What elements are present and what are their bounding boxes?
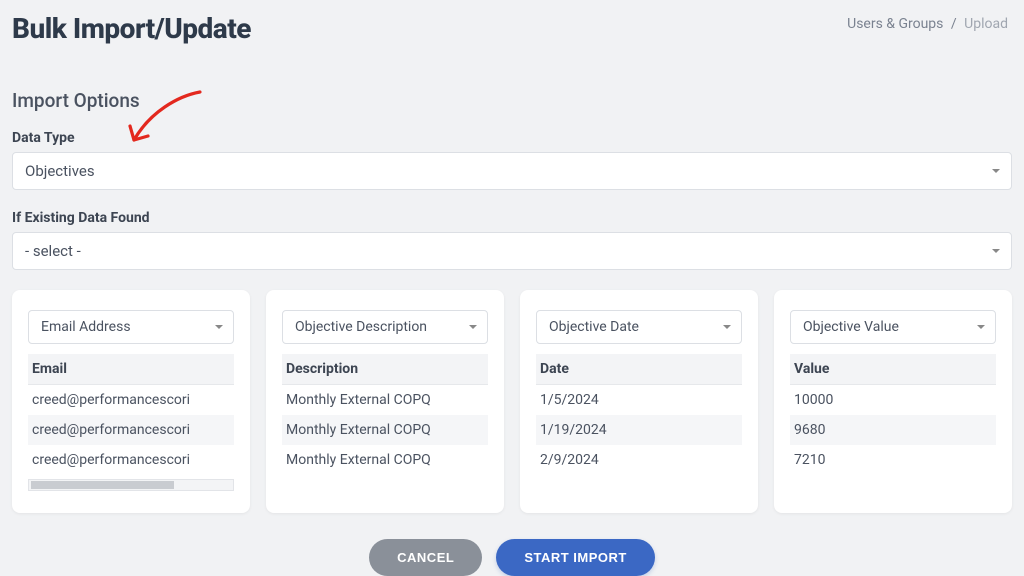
data-type-value: Objectives bbox=[25, 162, 95, 180]
scrollbar-thumb[interactable] bbox=[31, 481, 174, 489]
preview-column-header: Date bbox=[536, 354, 742, 385]
table-row: Monthly External COPQ bbox=[282, 385, 488, 416]
table-row: 7210 bbox=[790, 445, 996, 475]
column-mapping-value: Objective Description bbox=[295, 319, 427, 335]
column-mapping-select[interactable]: Email Address bbox=[28, 310, 234, 344]
data-type-select[interactable]: Objectives bbox=[12, 152, 1012, 190]
column-mapping-select[interactable]: Objective Date bbox=[536, 310, 742, 344]
preview-table: Date1/5/20241/19/20242/9/2024 bbox=[536, 354, 742, 475]
page-title: Bulk Import/Update bbox=[12, 12, 251, 45]
table-row: Monthly External COPQ bbox=[282, 445, 488, 475]
preview-table: Emailcreed@performancescoricreed@perform… bbox=[28, 354, 234, 475]
table-cell: 1/5/2024 bbox=[536, 385, 742, 416]
chevron-down-icon bbox=[469, 325, 477, 329]
breadcrumb-parent[interactable]: Users & Groups bbox=[847, 16, 943, 32]
table-cell: creed@performancescori bbox=[28, 445, 234, 475]
breadcrumb-separator: / bbox=[951, 16, 957, 32]
column-mapping-select[interactable]: Objective Value bbox=[790, 310, 996, 344]
column-mapping-value: Objective Date bbox=[549, 319, 639, 335]
table-cell: Monthly External COPQ bbox=[282, 385, 488, 416]
chevron-down-icon bbox=[992, 169, 1000, 173]
column-mapping-value: Objective Value bbox=[803, 319, 899, 335]
data-type-label: Data Type bbox=[12, 130, 1012, 146]
chevron-down-icon bbox=[992, 249, 1000, 253]
existing-data-select[interactable]: - select - bbox=[12, 232, 1012, 270]
preview-column-header: Value bbox=[790, 354, 996, 385]
mapping-card: Objective DescriptionDescriptionMonthly … bbox=[266, 290, 504, 513]
preview-table: DescriptionMonthly External COPQMonthly … bbox=[282, 354, 488, 475]
table-row: 1/5/2024 bbox=[536, 385, 742, 416]
column-mapping-value: Email Address bbox=[41, 319, 131, 335]
table-cell: Monthly External COPQ bbox=[282, 445, 488, 475]
table-cell: 1/19/2024 bbox=[536, 415, 742, 445]
chevron-down-icon bbox=[723, 325, 731, 329]
table-row: Monthly External COPQ bbox=[282, 415, 488, 445]
mapping-card: Objective Value Value1000096807210 bbox=[774, 290, 1012, 513]
table-cell: 2/9/2024 bbox=[536, 445, 742, 475]
mapping-card: Email AddressEmailcreed@performancescori… bbox=[12, 290, 250, 513]
table-row: creed@performancescori bbox=[28, 385, 234, 416]
table-cell: 10000 bbox=[790, 385, 996, 416]
table-cell: 9680 bbox=[790, 415, 996, 445]
existing-data-label: If Existing Data Found bbox=[12, 210, 1012, 226]
breadcrumb-current: Upload bbox=[964, 16, 1008, 32]
table-row: creed@performancescori bbox=[28, 415, 234, 445]
column-mapping-select[interactable]: Objective Description bbox=[282, 310, 488, 344]
chevron-down-icon bbox=[215, 325, 223, 329]
breadcrumb: Users & Groups / Upload bbox=[847, 16, 1008, 32]
table-row: creed@performancescori bbox=[28, 445, 234, 475]
table-row: 10000 bbox=[790, 385, 996, 416]
table-cell: 7210 bbox=[790, 445, 996, 475]
table-row: 2/9/2024 bbox=[536, 445, 742, 475]
table-cell: creed@performancescori bbox=[28, 415, 234, 445]
preview-column-header: Email bbox=[28, 354, 234, 385]
table-row: 1/19/2024 bbox=[536, 415, 742, 445]
table-row: 9680 bbox=[790, 415, 996, 445]
table-cell: creed@performancescori bbox=[28, 385, 234, 416]
preview-column-header: Description bbox=[282, 354, 488, 385]
preview-table: Value1000096807210 bbox=[790, 354, 996, 475]
table-cell: Monthly External COPQ bbox=[282, 415, 488, 445]
cancel-button[interactable]: CANCEL bbox=[369, 539, 482, 576]
horizontal-scrollbar[interactable] bbox=[28, 479, 234, 491]
existing-data-value: - select - bbox=[25, 242, 81, 260]
mapping-card: Objective Date Date1/5/20241/19/20242/9/2… bbox=[520, 290, 758, 513]
start-import-button[interactable]: START IMPORT bbox=[496, 539, 655, 576]
chevron-down-icon bbox=[977, 325, 985, 329]
section-title-import-options: Import Options bbox=[12, 89, 1012, 112]
